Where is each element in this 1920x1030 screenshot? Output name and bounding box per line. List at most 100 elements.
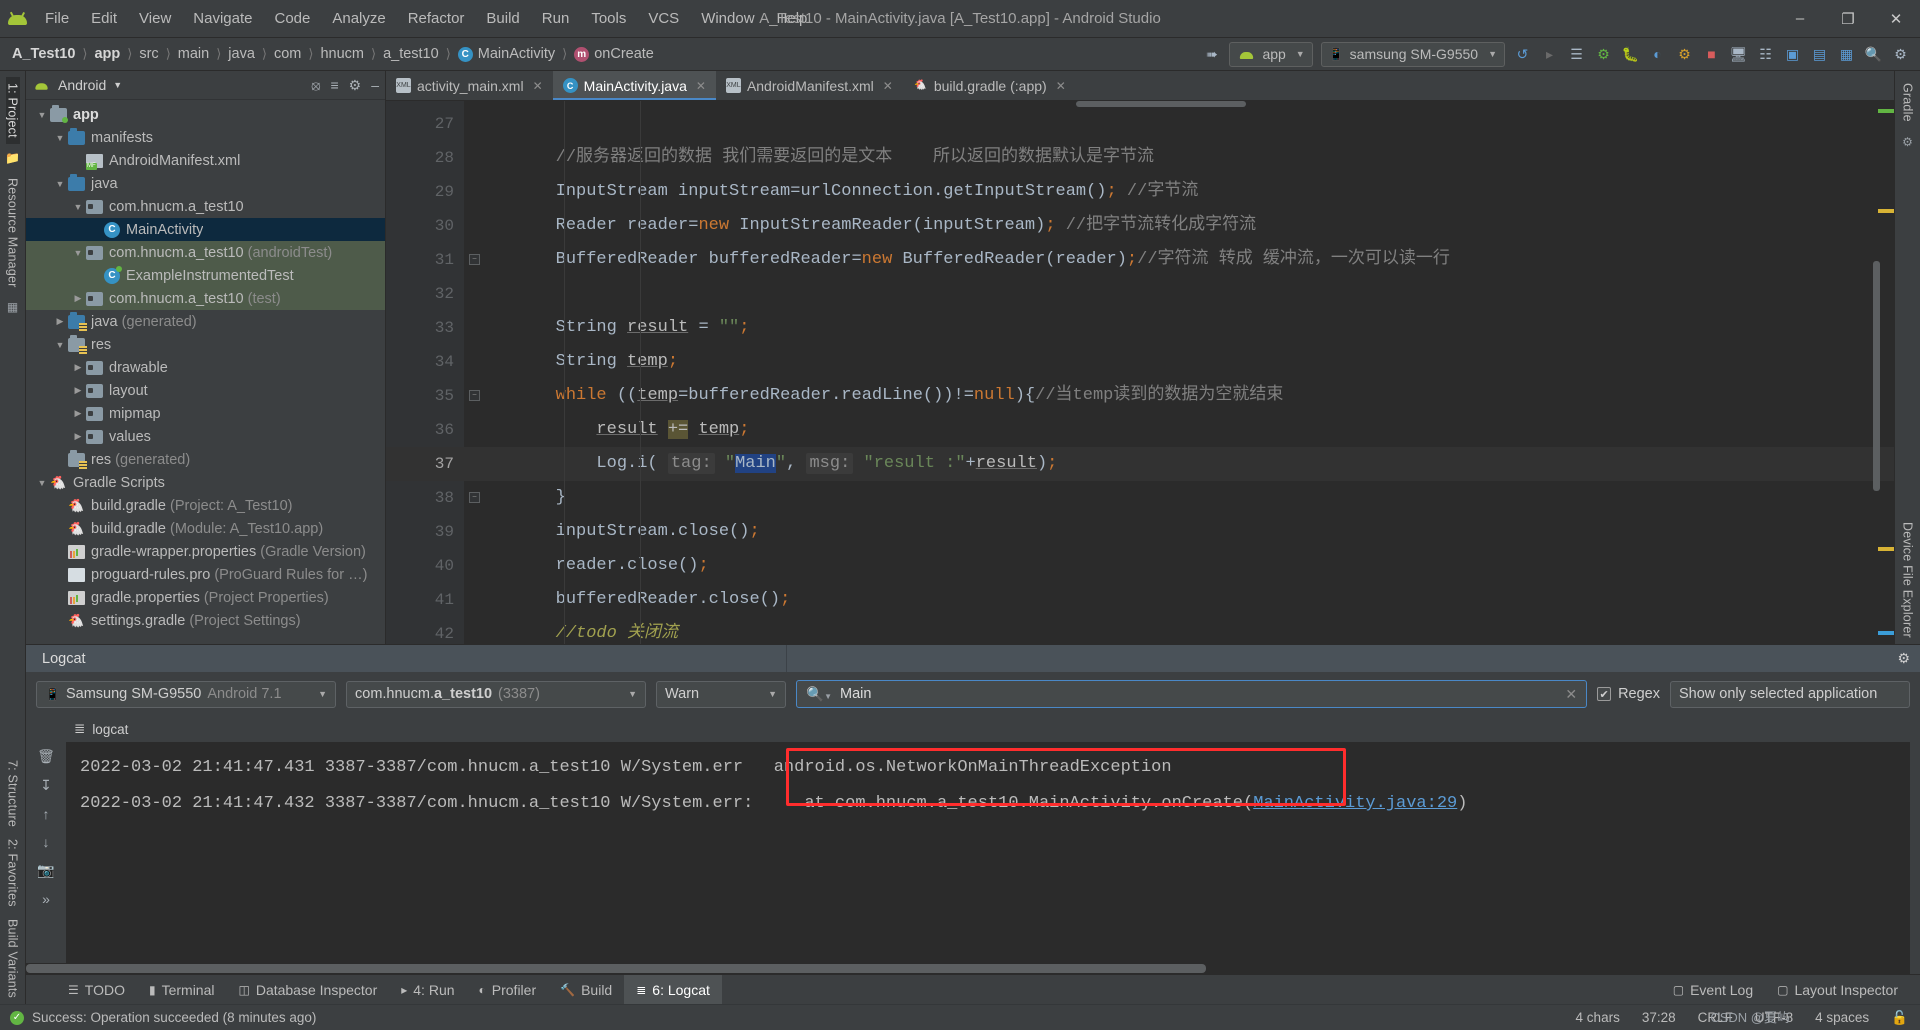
tool-window-layout-inspector[interactable]: ▢ Layout Inspector bbox=[1765, 982, 1910, 998]
tree-expander[interactable]: ▼ bbox=[70, 202, 86, 212]
logcat-horizontal-scrollbar[interactable] bbox=[26, 963, 1910, 974]
logcat-search-input[interactable]: 🔍▼ Main ✕ bbox=[796, 680, 1588, 708]
editor-tab-activity-main-xml[interactable]: XML activity_main.xml ✕ bbox=[386, 71, 553, 100]
tree-expander[interactable]: ▶ bbox=[70, 293, 86, 304]
sidebar-tab-structure[interactable]: 7: Structure bbox=[6, 754, 20, 833]
breadcrumb-mainactivity[interactable]: C MainActivity bbox=[454, 46, 559, 62]
more-icon[interactable]: » bbox=[42, 891, 50, 907]
avd-manager-icon[interactable]: ☰ bbox=[1563, 41, 1590, 68]
code-line[interactable]: //todo 关闭流 bbox=[464, 617, 1894, 644]
regex-checkbox[interactable]: ✔ Regex bbox=[1597, 686, 1660, 702]
caret-position[interactable]: 37:28 bbox=[1642, 1010, 1676, 1025]
tool-window-bar-right[interactable]: ▢ Event Log ▢ Layout Inspector bbox=[1661, 982, 1920, 998]
editor-tab-build-gradle-app-[interactable]: 🐔 build.gradle (:app) ✕ bbox=[903, 71, 1076, 100]
tool-window-bar[interactable]: ☰ TODO ▮ Terminal ◫ Database Inspector ▸ 4: Run… bbox=[26, 974, 1920, 1004]
attach-debugger-icon[interactable]: ⚙ bbox=[1671, 41, 1698, 68]
window-controls[interactable]: – ❐ ✕ bbox=[1776, 0, 1920, 37]
tool-window-6-logcat[interactable]: ≣ 6: Logcat bbox=[624, 975, 722, 1004]
editor-tab-androidmanifest-xml[interactable]: XML AndroidManifest.xml ✕ bbox=[716, 71, 903, 100]
settings-icon[interactable]: ⚙ bbox=[349, 77, 362, 94]
gear-icon[interactable]: ⚙ bbox=[1897, 650, 1910, 667]
close-icon[interactable]: ✕ bbox=[696, 79, 706, 93]
profiler-icon[interactable]: ◐ bbox=[1644, 41, 1671, 68]
close-button[interactable]: ✕ bbox=[1872, 0, 1920, 38]
tool-window-4-run[interactable]: ▸ 4: Run bbox=[389, 975, 466, 1004]
sidebar-tab-resource-manager[interactable]: Resource Manager bbox=[6, 172, 20, 294]
make-project-icon[interactable]: ➠ bbox=[1198, 41, 1225, 68]
editor-body[interactable]: 2728293031−32333435−363738−3940414243− /… bbox=[386, 101, 1894, 644]
tree-node-res[interactable]: res (generated) bbox=[26, 448, 385, 471]
sidebar-tab-gradle[interactable]: Gradle bbox=[1901, 77, 1915, 128]
process-dropdown[interactable]: com.hnucm. a_test10 (3387) ▼ bbox=[346, 680, 646, 708]
select-opened-file-icon[interactable]: ⦻ bbox=[311, 77, 320, 94]
sidebar-tab-favorites[interactable]: 2: Favorites bbox=[6, 833, 20, 913]
minimize-button[interactable]: – bbox=[1776, 0, 1824, 38]
code-line[interactable]: bufferedReader.close(); bbox=[464, 583, 1894, 617]
tree-node-layout[interactable]: ▶ layout bbox=[26, 379, 385, 402]
device-selector[interactable]: 📱 samsung SM-G9550 ▼ bbox=[1320, 41, 1505, 67]
vertical-scrollbar[interactable] bbox=[1873, 261, 1880, 491]
breadcrumb-a-test10[interactable]: a_test10 bbox=[379, 46, 443, 62]
tree-node-res[interactable]: ▼ res bbox=[26, 333, 385, 356]
logcat-toolbar[interactable]: 📱 Samsung SM-G9550 Android 7.1 ▼ com.hnu… bbox=[26, 672, 1920, 716]
code-line[interactable]: while ((temp=bufferedReader.readLine())!… bbox=[464, 379, 1894, 413]
tree-expander[interactable]: ▶ bbox=[70, 408, 86, 419]
tree-node-proguard-rules-pro[interactable]: proguard-rules.pro (ProGuard Rules for …… bbox=[26, 563, 385, 586]
tree-expander[interactable]: ▼ bbox=[34, 478, 50, 488]
menu-item-tools[interactable]: Tools bbox=[580, 6, 637, 31]
stop-icon[interactable]: ■ bbox=[1698, 41, 1725, 68]
tree-node-mipmap[interactable]: ▶ mipmap bbox=[26, 402, 385, 425]
menu-item-navigate[interactable]: Navigate bbox=[182, 6, 263, 31]
tree-node-com-hnucm-a-test10[interactable]: ▼ com.hnucm.a_test10 (androidTest) bbox=[26, 241, 385, 264]
error-marker[interactable] bbox=[1878, 209, 1894, 213]
project-tree[interactable]: ▼ app ▼ manifests AndroidManifest.xml ▼ java ▼ c… bbox=[26, 100, 385, 644]
tree-node-java[interactable]: ▼ java bbox=[26, 172, 385, 195]
tree-node-gradle-scripts[interactable]: ▼ 🐔 Gradle Scripts bbox=[26, 471, 385, 494]
close-icon[interactable]: ✕ bbox=[1056, 79, 1066, 93]
tool-window-event-log[interactable]: ▢ Event Log bbox=[1661, 982, 1765, 998]
breadcrumb-oncreate[interactable]: m onCreate bbox=[570, 46, 658, 62]
breadcrumb-java[interactable]: java bbox=[224, 46, 259, 62]
sidebar-tab-device-file-explorer[interactable]: Device File Explorer bbox=[1901, 516, 1915, 644]
menu-item-vcs[interactable]: VCS bbox=[637, 6, 690, 31]
clear-logcat-icon[interactable]: 🗑 bbox=[37, 748, 55, 765]
breadcrumb-com[interactable]: com bbox=[270, 46, 305, 62]
run-configuration-selector[interactable]: app ▼ bbox=[1229, 41, 1313, 67]
filter-dropdown[interactable]: Show only selected application bbox=[1670, 680, 1910, 708]
tree-node-app[interactable]: ▼ app bbox=[26, 103, 385, 126]
up-icon[interactable]: ↑ bbox=[43, 806, 50, 822]
code-line[interactable]: BufferedReader bufferedReader=new Buffer… bbox=[464, 243, 1894, 277]
right-tool-strip[interactable]: Gradle ⚙ Device File Explorer bbox=[1894, 71, 1920, 644]
search-icon[interactable]: 🔍 bbox=[1860, 41, 1887, 68]
sync-gradle-icon[interactable]: ↺ bbox=[1509, 41, 1536, 68]
code-line[interactable]: Reader reader=new InputStreamReader(inpu… bbox=[464, 209, 1894, 243]
tree-node-build-gradle[interactable]: 🐔 build.gradle (Project: A_Test10) bbox=[26, 494, 385, 517]
menu-item-refactor[interactable]: Refactor bbox=[397, 6, 476, 31]
menu-item-analyze[interactable]: Analyze bbox=[321, 6, 396, 31]
menu-item-run[interactable]: Run bbox=[531, 6, 581, 31]
clear-search-icon[interactable]: ✕ bbox=[1565, 686, 1577, 703]
tree-node-manifests[interactable]: ▼ manifests bbox=[26, 126, 385, 149]
main-toolbar[interactable]: ➠ app ▼ 📱 samsung SM-G9550 ▼ ↺ ▸ ☰ ⚙ 🐛 ◐… bbox=[1198, 41, 1920, 68]
settings-icon[interactable]: ⚙ bbox=[1887, 41, 1914, 68]
sidebar-tab-build-variants[interactable]: Build Variants bbox=[6, 913, 20, 1004]
close-icon[interactable]: ✕ bbox=[883, 79, 893, 93]
code-line[interactable] bbox=[464, 277, 1894, 311]
project-view-selector[interactable]: Android ▼ bbox=[32, 77, 122, 93]
emulator-icon[interactable]: ▣ bbox=[1779, 41, 1806, 68]
log-level-dropdown[interactable]: Warn ▼ bbox=[656, 680, 786, 708]
scroll-to-end-icon[interactable]: ↧ bbox=[40, 777, 52, 794]
sidebar-tab-project[interactable]: 1: Project bbox=[5, 77, 20, 144]
tool-window-build[interactable]: 🔨 Build bbox=[548, 975, 624, 1004]
breadcrumb-app[interactable]: app bbox=[90, 46, 124, 62]
tree-expander[interactable]: ▶ bbox=[70, 362, 86, 373]
menu-item-window[interactable]: Window bbox=[690, 6, 765, 31]
close-icon[interactable]: ✕ bbox=[533, 79, 543, 93]
tree-node-values[interactable]: ▶ values bbox=[26, 425, 385, 448]
menu-item-file[interactable]: File bbox=[34, 6, 80, 31]
debug-icon[interactable]: 🐛 bbox=[1617, 41, 1644, 68]
code-line[interactable]: String result = ""; bbox=[464, 311, 1894, 345]
code-line[interactable]: //服务器返回的数据 我们需要返回的是文本 所以返回的数据默认是字节流 bbox=[464, 141, 1894, 175]
tree-expander[interactable]: ▼ bbox=[34, 110, 50, 120]
code-line[interactable] bbox=[464, 107, 1894, 141]
